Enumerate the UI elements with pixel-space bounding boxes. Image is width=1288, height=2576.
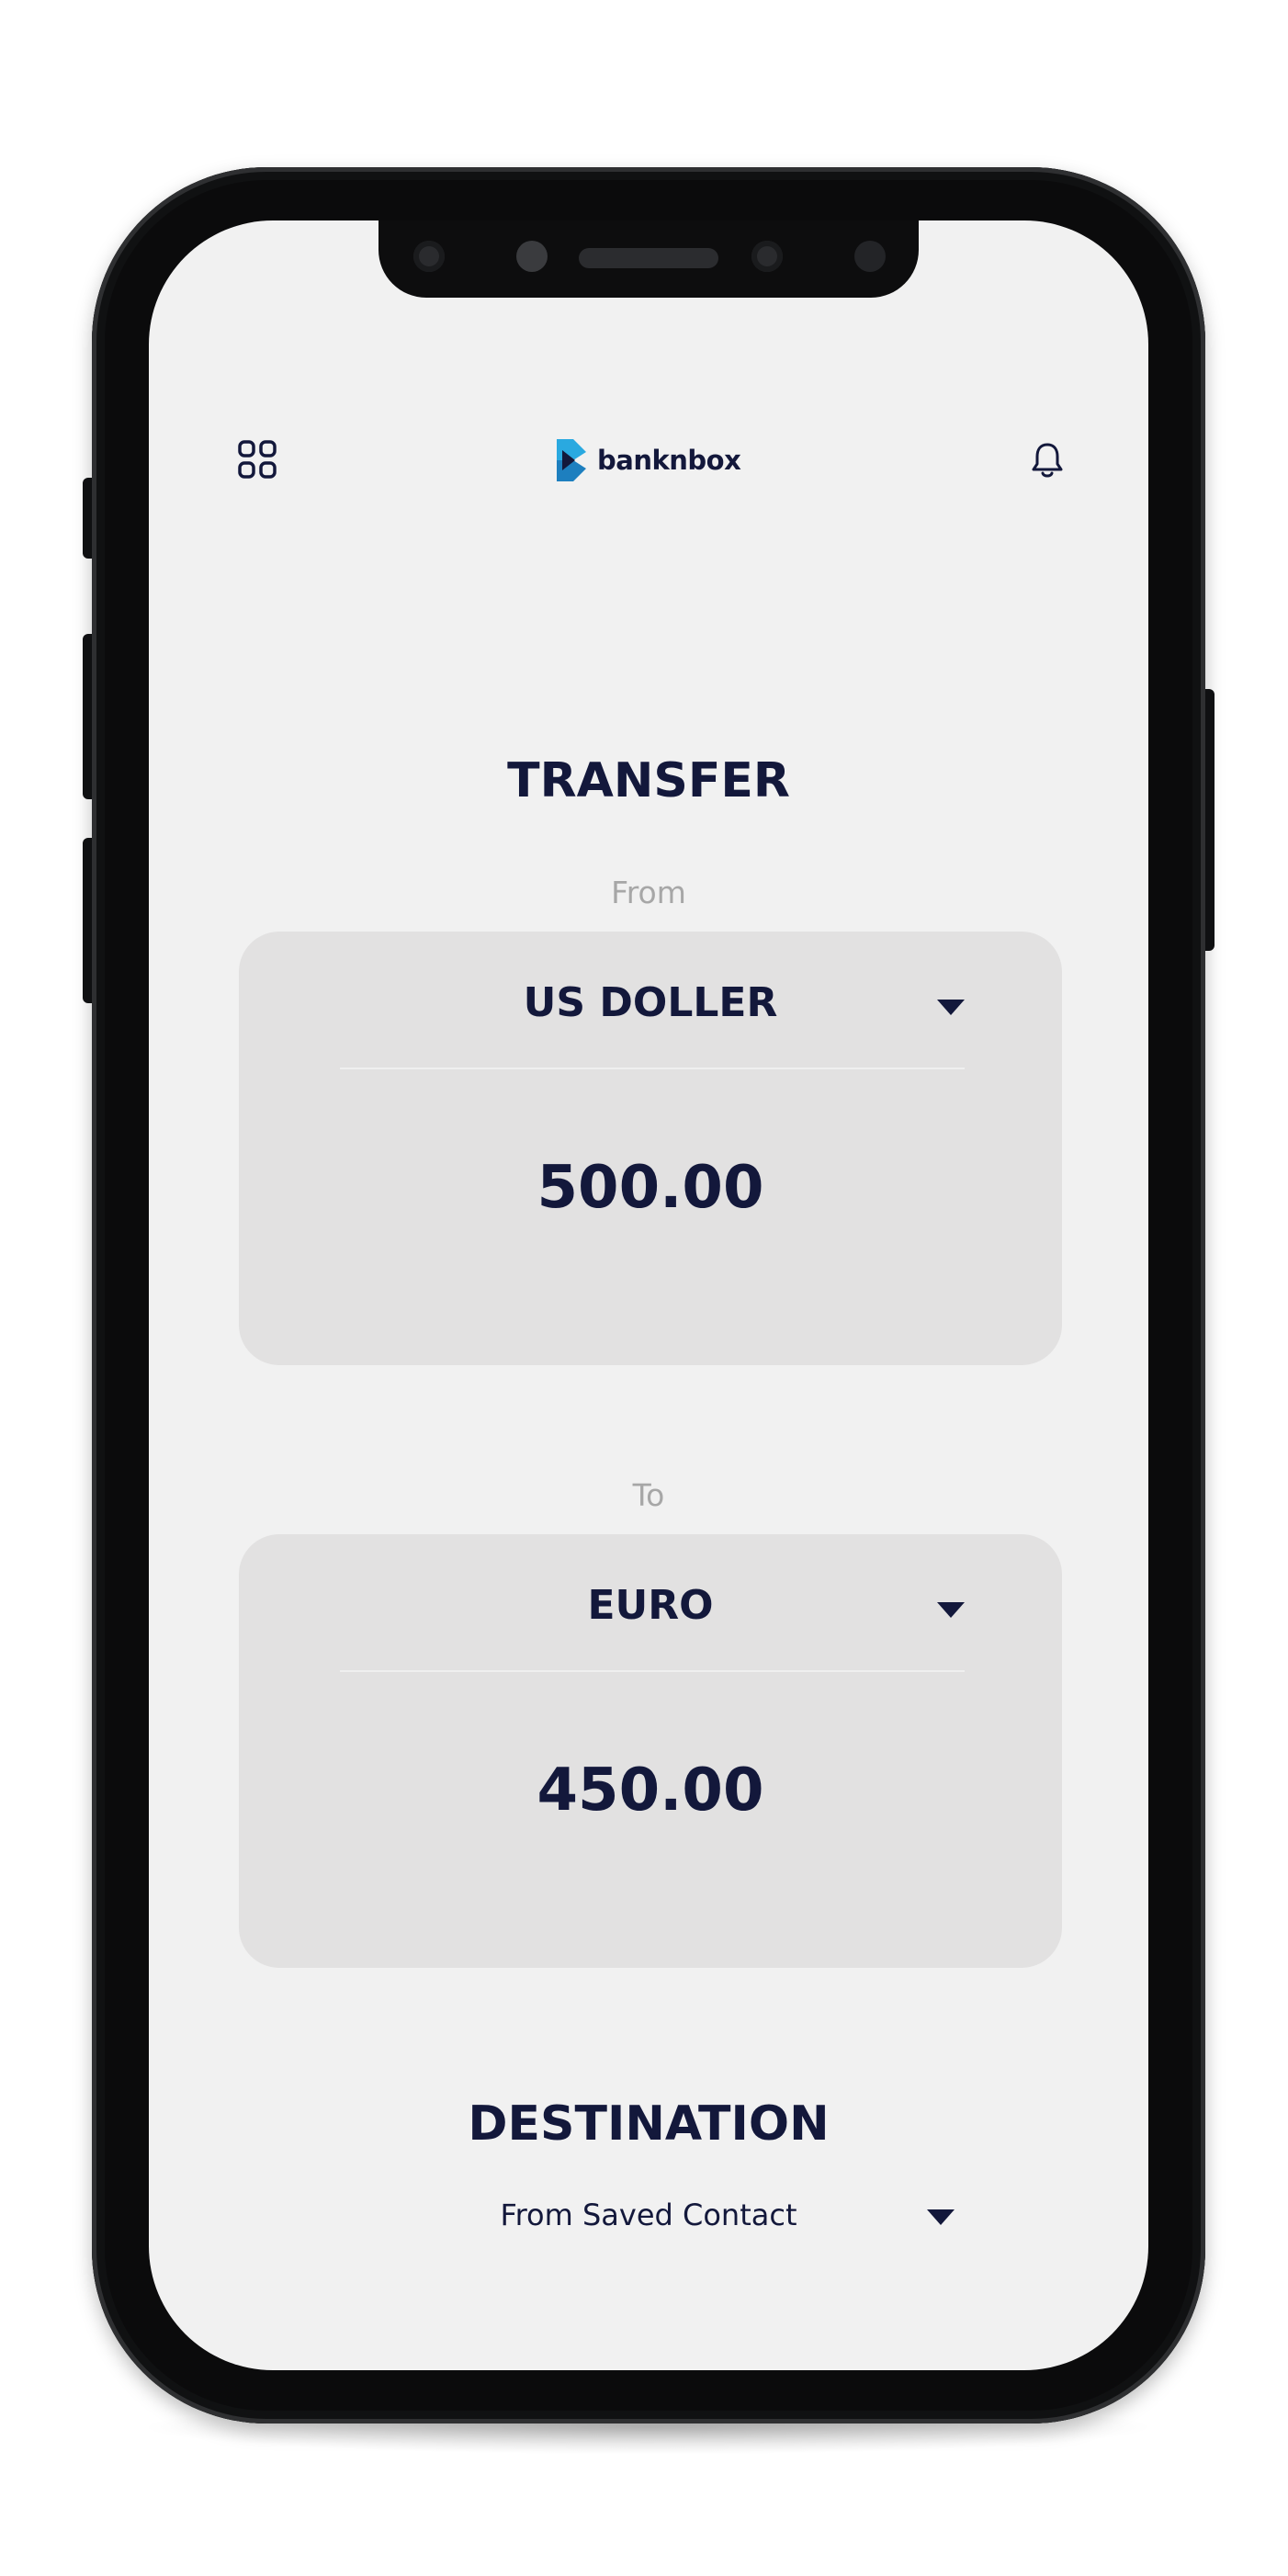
to-currency-card: EURO 450.00 xyxy=(239,1534,1062,1968)
bell-icon[interactable] xyxy=(1029,441,1066,480)
card-divider xyxy=(340,1670,965,1672)
sensor xyxy=(516,241,548,272)
page-title: TRANSFER xyxy=(507,753,790,808)
app-screen: banknbox TRANSFER From US DOLLER 500.00 … xyxy=(149,220,1148,2370)
destination-heading: DESTINATION xyxy=(468,2096,830,2152)
destination-select[interactable]: From Saved Contact xyxy=(149,2198,1148,2232)
chevron-down-icon[interactable] xyxy=(927,2209,955,2225)
from-currency-card: US DOLLER 500.00 xyxy=(239,932,1062,1365)
phone-notch xyxy=(378,220,919,298)
to-amount-field[interactable]: 450.00 xyxy=(239,1757,1062,1825)
earpiece-speaker xyxy=(579,248,718,268)
front-camera xyxy=(413,241,445,272)
chevron-down-icon[interactable] xyxy=(937,1000,965,1015)
front-camera-secondary xyxy=(751,241,783,272)
to-label: To xyxy=(632,1477,665,1513)
brand-name: banknbox xyxy=(597,445,741,476)
brand-logo: banknbox xyxy=(555,437,741,483)
proximity-sensor xyxy=(854,241,886,272)
banknbox-logo-icon xyxy=(557,439,586,481)
grid-icon[interactable] xyxy=(237,439,277,480)
chevron-down-icon[interactable] xyxy=(937,1602,965,1618)
from-amount-field[interactable]: 500.00 xyxy=(239,1154,1062,1222)
card-divider xyxy=(340,1068,965,1069)
from-label: From xyxy=(611,875,686,910)
